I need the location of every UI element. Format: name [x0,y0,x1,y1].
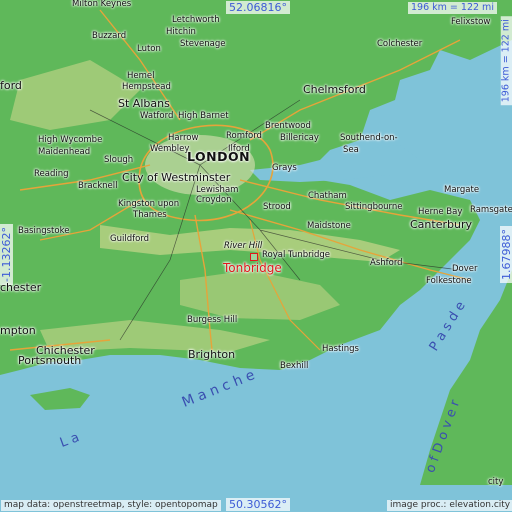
place-folkestone: Folkestone [426,276,472,286]
attribution-right: image proc.: elevation.city [387,500,512,511]
place-maidstone: Maidstone [307,221,351,231]
place-watford: Watford [140,111,174,121]
place-reading: Reading [34,169,69,179]
coord-bottom: 50.30562° [226,498,290,511]
place-tonbridge: Tonbridge [223,261,282,275]
place-high-wycombe: High Wycombe [38,135,103,145]
place-milton-keynes: Milton Keynes [72,0,132,9]
place-chelmsford: Chelmsford [303,83,366,96]
place-maidenhead: Maidenhead [38,147,91,157]
place-kingston-1: Kingston upon [118,199,180,209]
map-canvas[interactable]: 52.06816° 50.30562° -1.13262° 1.67988° 1… [0,0,512,512]
place-hastings: Hastings [322,344,359,354]
place-basingstoke: Basingstoke [18,226,70,236]
coord-left: -1.13262° [0,224,13,285]
place-city: city [488,477,504,487]
scale-horizontal: 196 km = 122 mi [408,2,497,14]
coord-right: 1.67988° [500,226,512,283]
place-hitchin: Hitchin [166,27,196,37]
place-river-hill: River Hill [224,241,263,251]
place-harrow: Harrow [168,133,199,143]
tonbridge-marker[interactable] [250,253,258,261]
attribution-left: map data: openstreetmap, style: opentopo… [1,500,221,511]
place-london: LONDON [187,149,251,164]
place-st-albans: St Albans [118,97,170,110]
place-grays: Grays [272,163,297,173]
place-letchworth: Letchworth [172,15,220,25]
place-dover: Dover [452,264,478,274]
place-ramsgate: Ramsgate [470,205,512,215]
place-margate: Margate [444,185,480,195]
place-chatham: Chatham [308,191,347,201]
place-southend-1: Southend-on- [340,133,398,143]
place-billericay: Billericay [280,133,319,143]
place-bracknell: Bracknell [78,181,118,191]
place-felixstowe: Felixstow [451,17,491,27]
coord-top: 52.06816° [226,1,290,14]
place-brighton: Brighton [188,348,236,361]
place-high-barnet: High Barnet [178,111,229,121]
place-slough: Slough [104,155,134,165]
place-wembley: Wembley [150,144,190,154]
place-romford: Romford [226,131,262,141]
place-stevenage: Stevenage [180,39,226,49]
place-guildford: Guildford [110,234,150,244]
place-burgess-hill: Burgess Hill [187,315,238,325]
place-canterbury: Canterbury [410,218,472,231]
place-lewisham: Lewisham [196,185,239,195]
place-kingston-2: Thames [133,210,167,220]
place-royal-tunbridge: Royal Tunbridge [262,250,330,260]
place-croydon: Croydon [196,195,232,205]
place-buzzard: Buzzard [92,31,127,41]
place-brentwood: Brentwood [265,121,311,131]
place-city-of-westminster: City of Westminster [122,171,231,184]
place-colchester: Colchester [377,39,423,49]
place-herne-bay: Herne Bay [418,207,463,217]
place-hempstead: Hempstead [122,82,171,92]
place-ashford: Ashford [370,258,403,268]
place-luton: Luton [137,44,161,54]
place-mpton: mpton [0,324,36,337]
place-hemel: Hemel [127,71,155,81]
place-southend-2: Sea [343,145,359,155]
scale-vertical: 196 km = 122 mi [500,16,512,106]
place-sittingbourne: Sittingbourne [345,202,403,212]
place-ford: ford [0,79,22,92]
place-portsmouth: Portsmouth [18,354,82,367]
place-strood: Strood [263,202,291,212]
place-chester: chester [0,281,42,294]
place-bexhill: Bexhill [280,361,309,371]
